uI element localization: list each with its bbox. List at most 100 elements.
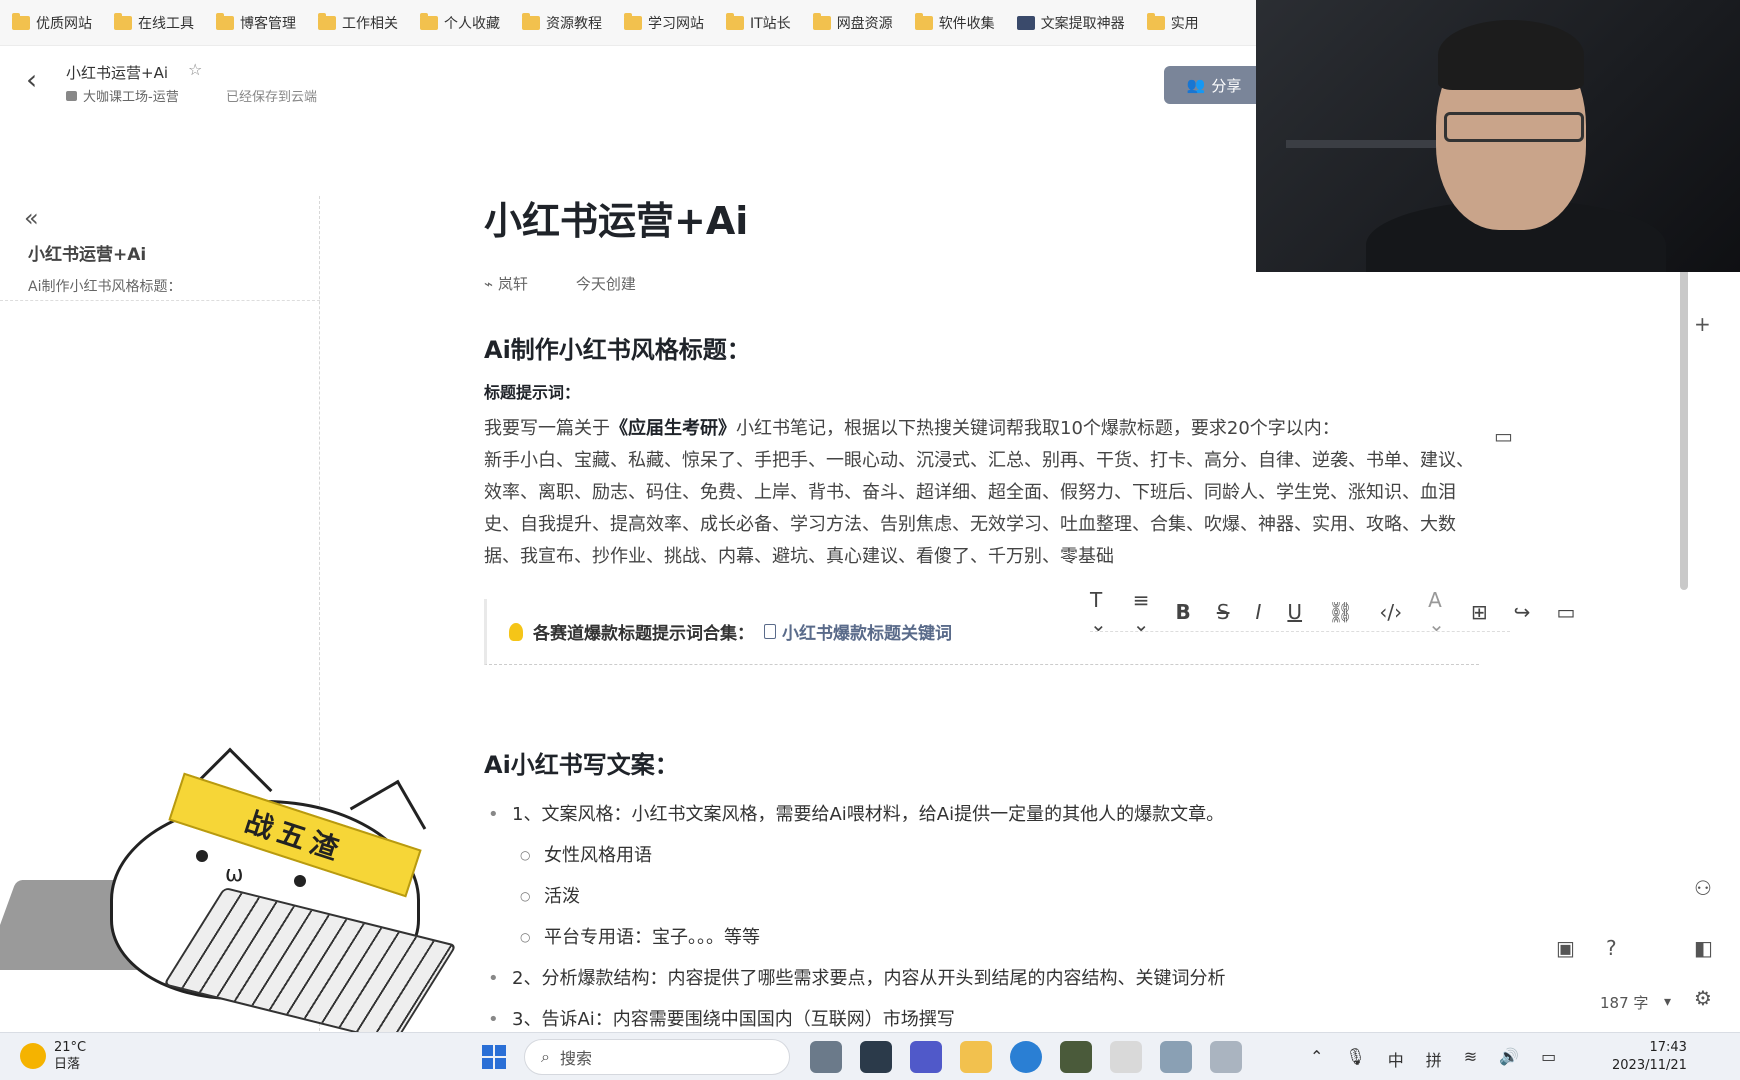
taskbar: 21°C 日落 ⌕ 搜索 ⌃ 🎙 中 拼 ≋ 🔊 ▭ 17:43 2023/11/2… [0,1032,1740,1080]
bookmark-item[interactable]: 资源教程 [522,12,602,33]
forward-icon[interactable]: ↪ [1514,600,1531,624]
bookmark-item[interactable]: 在线工具 [114,12,194,33]
sun-icon [20,1043,46,1069]
notepad-icon[interactable] [1110,1041,1142,1073]
folder-icon [12,12,30,30]
bookmark-item[interactable]: 工作相关 [318,12,398,33]
comment-icon[interactable]: ▭ [1556,600,1575,624]
app-icon[interactable] [1060,1041,1092,1073]
history-icon[interactable]: ▣ [1556,936,1575,960]
prompt-paragraph[interactable]: 我要写一篇关于《应届生考研》小红书笔记，根据以下热搜关键词帮我取10个爆款标题，… [484,413,1479,573]
app-icon[interactable] [1160,1041,1192,1073]
list-item[interactable]: 1、文案风格：小红书文案风格，需要给Ai喂材料，给Ai提供一定量的其他人的爆款文… [484,794,1484,835]
wifi-icon[interactable]: ≋ [1464,1047,1477,1071]
section-heading[interactable]: Ai制作小红书风格标题： [484,330,1484,365]
weather-widget[interactable]: 21°C 日落 [20,1039,86,1073]
bookmark-item[interactable]: 学习网站 [624,12,704,33]
webcam-overlay [1256,0,1740,272]
list-item[interactable]: 活泼 [484,876,1484,917]
cat-eye [294,875,306,887]
format-toolbar: T ⌄ ≡ ⌄ B S I U ⛓ ‹/› A ⌄ ⊞ ↪ ▭ [1090,588,1575,636]
battery-icon[interactable]: ▭ [1541,1047,1556,1071]
folder-icon [114,12,132,30]
explorer-icon[interactable] [960,1041,992,1073]
outline-title[interactable]: 小红书运营+Ai [28,240,146,265]
back-icon[interactable]: ‹ [26,66,37,94]
word-count: 187 字 [1600,994,1649,1012]
folder-icon [812,12,831,30]
folder-icon [420,12,438,30]
bookmark-item[interactable]: 个人收藏 [420,12,500,33]
chevron-down-icon[interactable]: ▾ [1664,994,1671,1010]
edge-icon[interactable] [1010,1041,1042,1073]
help-icon[interactable]: ? [1606,936,1617,960]
text-style-icon[interactable]: T ⌄ [1090,588,1107,636]
breadcrumb-label: 大咖课工场-运营 [83,90,179,105]
bold-icon[interactable]: B [1176,600,1191,624]
bookmark-item[interactable]: 文案提取神器 [1016,13,1125,33]
start-icon[interactable] [482,1045,506,1069]
search-box[interactable]: ⌕ 搜索 [524,1039,790,1075]
app-icon[interactable] [810,1041,842,1073]
list-item[interactable]: 女性风格用语 [484,835,1484,876]
comment-icon[interactable]: ▭ [1494,424,1513,448]
folder-icon [914,12,933,30]
collaborate-icon[interactable]: ⚇ [1694,876,1712,900]
align-icon[interactable]: ≡ ⌄ [1133,588,1150,636]
author: ⌁ 岚轩 [484,275,528,293]
bookmark-item[interactable]: 实用 [1146,12,1199,33]
keywords-text: 新手小白、宝藏、私藏、惊呆了、手把手、一眼心动、沉浸式、汇总、别再、干货、打卡、… [484,450,1474,567]
underline-icon[interactable]: U [1287,600,1302,624]
list-item[interactable]: 平台专用语：宝子。。。等等 [484,917,1484,958]
more-blocks-icon[interactable]: ⊞ [1471,600,1488,624]
italic-icon[interactable]: I [1255,600,1261,624]
gear-icon[interactable]: ⚙ [1694,986,1712,1010]
volume-icon[interactable]: 🔊 [1499,1047,1519,1071]
shelf [1286,140,1436,148]
outline-item[interactable]: Ai制作小红书风格标题： [28,276,181,296]
chevron-up-icon[interactable]: ⌃ [1310,1047,1323,1071]
plus-icon[interactable]: + [1694,312,1711,336]
clock[interactable]: 17:43 2023/11/21 [1612,1039,1687,1075]
list-item[interactable]: 2、分析爆款结构：内容提供了哪些需求要点，内容从开头到结尾的内容结构、关键词分析 [484,958,1484,999]
teams-icon[interactable] [910,1041,942,1073]
collapse-icon[interactable]: « [24,204,39,232]
glasses [1444,112,1584,142]
ime-type[interactable]: 拼 [1426,1047,1442,1071]
bullet-list: 1、文案风格：小红书文案风格，需要给Ai喂材料，给Ai提供一定量的其他人的爆款文… [484,794,1484,1040]
app-icon[interactable] [1210,1041,1242,1073]
user-icon: 👥 [1186,76,1206,94]
share-label: 分享 [1211,76,1242,95]
person-hair [1438,20,1584,90]
folder-icon [522,12,540,30]
section-heading[interactable]: Ai小红书写文案： [484,745,1484,780]
lightbulb-icon [509,622,523,641]
callout-label: 各赛道爆款标题提示词合集： [533,624,754,644]
bookmark-item[interactable]: 优质网站 [12,12,92,33]
system-tray[interactable]: ⌃ 🎙 中 拼 ≋ 🔊 ▭ [1310,1047,1556,1071]
bookmark-item[interactable]: 博客管理 [216,12,296,33]
ime-mode[interactable]: 中 [1388,1047,1404,1071]
cat-sticker: 战五渣 ω [0,747,490,1044]
folder-icon [216,12,234,30]
strikethrough-icon[interactable]: S [1217,600,1230,624]
panel-icon[interactable]: ◧ [1694,936,1713,960]
tool-icon [1016,15,1035,30]
bookmark-item[interactable]: 网盘资源 [812,12,893,33]
app-icon[interactable] [860,1041,892,1073]
breadcrumb[interactable]: 大咖课工场-运营 [66,86,179,105]
divider [0,300,320,301]
font-color-icon[interactable]: A ⌄ [1428,588,1445,636]
star-icon[interactable]: ☆ [188,60,202,79]
link-icon[interactable]: ⛓ [1328,600,1353,624]
doc-link[interactable]: 小红书爆款标题关键词 [764,619,952,644]
bookmark-item[interactable]: IT站长 [726,12,791,33]
prompt-label[interactable]: 标题提示词： [484,379,1484,403]
code-icon[interactable]: ‹/› [1379,600,1402,624]
bookmark-item[interactable]: 软件收集 [914,12,995,33]
scrollbar[interactable] [1680,260,1688,590]
document-icon [764,624,776,639]
share-button[interactable]: 👥 分享 [1164,66,1264,104]
doc-title-small[interactable]: 小红书运营+Ai [66,62,168,83]
mic-icon[interactable]: 🎙 [1345,1047,1365,1071]
